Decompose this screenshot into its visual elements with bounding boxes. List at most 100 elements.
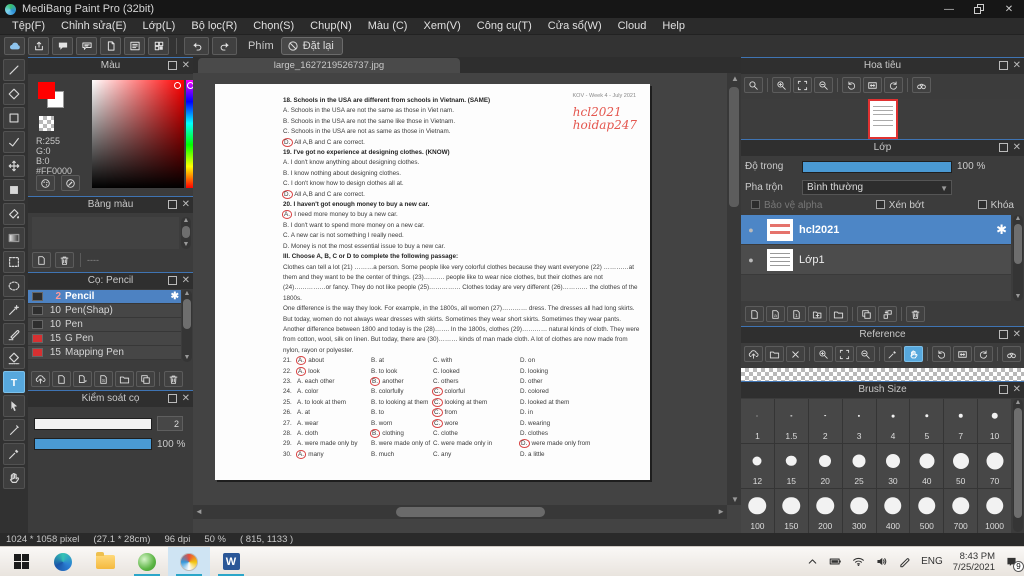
menu-item-3[interactable]: Bộ lọc(R) (183, 18, 245, 34)
brush-size-30[interactable]: 30 (876, 444, 910, 488)
close-icon[interactable]: ✕ (182, 199, 190, 211)
merge-button[interactable] (878, 306, 897, 322)
menu-item-8[interactable]: Công cụ(T) (469, 18, 540, 34)
saturation-value-picker[interactable] (92, 80, 184, 188)
speaker-icon[interactable] (875, 555, 888, 568)
listicon-button[interactable] (124, 37, 145, 55)
menu-item-4[interactable]: Chọn(S) (245, 18, 302, 34)
brush-size-2[interactable]: 2 (808, 399, 842, 443)
share-button[interactable] (28, 37, 49, 55)
select-rect-tool[interactable] (3, 251, 25, 273)
popout-icon[interactable] (167, 394, 177, 403)
trash-button[interactable] (164, 371, 183, 387)
brush-size-20[interactable]: 20 (808, 444, 842, 488)
color-picker-button[interactable] (61, 175, 80, 191)
lock-checkbox[interactable]: Khóa (977, 200, 1014, 211)
start-button[interactable] (0, 547, 42, 576)
minimize-button[interactable]: — (934, 0, 964, 18)
close-icon[interactable]: ✕ (1013, 60, 1021, 72)
brush-size-value[interactable]: 2 (157, 416, 183, 431)
brush-scrollbar[interactable]: ▲ ▼ (182, 290, 192, 362)
canvas-horizontal-scrollbar[interactable]: ◄ ► (193, 505, 727, 519)
notification-center-icon[interactable]: 9 (1005, 555, 1024, 572)
menu-item-11[interactable]: Help (654, 18, 693, 34)
popout-icon[interactable] (167, 200, 177, 209)
canvas-vertical-scrollbar[interactable]: ▲ ▼ (727, 73, 741, 505)
close-icon[interactable]: ✕ (182, 275, 190, 287)
navigator-magnifier-button[interactable] (744, 77, 763, 93)
reference-fitwidth-button[interactable] (953, 346, 973, 362)
brush-size-25[interactable]: 25 (842, 444, 876, 488)
menu-item-10[interactable]: Cloud (610, 18, 655, 34)
close-button[interactable]: ✕ (994, 0, 1024, 18)
blend-mode-select[interactable]: Bình thường ▼ (802, 179, 952, 195)
redo-button[interactable] (212, 37, 237, 55)
brush-size-300[interactable]: 300 (842, 489, 876, 533)
close-icon[interactable]: ✕ (1013, 142, 1021, 154)
divide-tool[interactable] (3, 419, 25, 441)
navigator-zoomin-button[interactable] (772, 77, 791, 93)
brush-size-200[interactable]: 200 (808, 489, 842, 533)
fill-rect-tool[interactable] (3, 179, 25, 201)
brush-size-500[interactable]: 500 (910, 489, 944, 533)
sv-cursor[interactable] (174, 82, 181, 89)
magic-wand-tool[interactable] (3, 299, 25, 321)
reference-binoculars-button[interactable] (1002, 346, 1022, 362)
menu-item-0[interactable]: Tệp(F) (4, 18, 53, 34)
reference-hand-button[interactable] (904, 346, 924, 362)
popout-icon[interactable] (998, 385, 1008, 394)
brush-size-1[interactable]: 1 (741, 399, 774, 443)
popout-icon[interactable] (167, 61, 177, 70)
brush-size-slider[interactable] (34, 417, 152, 430)
menu-item-9[interactable]: Cửa sổ(W) (540, 18, 610, 34)
lasso-select-tool[interactable] (3, 275, 25, 297)
folder-button[interactable] (115, 371, 134, 387)
battery-icon[interactable] (829, 555, 842, 568)
layer-row-1[interactable]: ● Lớp1 (741, 245, 1011, 275)
reference-zoomout-button[interactable] (855, 346, 875, 362)
shape-brush-tool[interactable] (3, 107, 25, 129)
folder-button[interactable] (829, 306, 848, 322)
copy-button[interactable] (857, 306, 876, 322)
brush-size-10[interactable]: 10 (978, 399, 1011, 443)
reference-uploadcloud-button[interactable] (744, 346, 763, 362)
brush-size-scrollbar[interactable]: ▲ (1013, 399, 1023, 532)
folderplus-button[interactable] (808, 306, 827, 322)
navigator-rotatecw-button[interactable] (884, 77, 903, 93)
taskbar-coccoc[interactable] (126, 547, 168, 576)
trash-button[interactable] (55, 252, 74, 268)
reference-rotateccw-button[interactable] (932, 346, 952, 362)
select-eraser-tool[interactable] (3, 347, 25, 369)
foreground-color-swatch[interactable] (38, 82, 55, 99)
brush-size-12[interactable]: 12 (741, 444, 774, 488)
taskbar-file-explorer[interactable] (84, 547, 126, 576)
layer-visibility-toggle[interactable]: ● (741, 225, 761, 235)
eraser-tool[interactable] (3, 83, 25, 105)
bucket-tool[interactable] (3, 203, 25, 225)
popout-icon[interactable] (167, 276, 177, 285)
document-tab[interactable]: large_1627219526737.jpg (198, 58, 460, 73)
clipping-checkbox[interactable]: Xén bớt (875, 200, 924, 211)
close-icon[interactable]: ✕ (182, 60, 190, 72)
doc1-button[interactable]: 1 (787, 306, 806, 322)
brush-item-1[interactable]: 10 Pen(Shap) (28, 304, 181, 318)
reference-zoomin-button[interactable] (813, 346, 833, 362)
color-wheel-button[interactable] (36, 175, 55, 191)
restore-button[interactable] (964, 0, 994, 18)
popout-icon[interactable] (998, 143, 1008, 152)
brush-item-2[interactable]: 10 Pen (28, 318, 181, 332)
taskbar-edge[interactable] (42, 547, 84, 576)
clock[interactable]: 8:43 PM 7/25/2021 (953, 551, 995, 573)
brush-size-15[interactable]: 15 (774, 444, 808, 488)
brush-size-50[interactable]: 50 (944, 444, 978, 488)
brush-size-40[interactable]: 40 (910, 444, 944, 488)
comment-button[interactable] (52, 37, 73, 55)
wifi-icon[interactable] (852, 555, 865, 568)
brush-size-400[interactable]: 400 (876, 489, 910, 533)
eyedropper-tool[interactable] (3, 443, 25, 465)
brush-size-70[interactable]: 70 (978, 444, 1011, 488)
newdoc-button[interactable] (745, 306, 764, 322)
menu-item-6[interactable]: Màu (C) (360, 18, 416, 34)
commentpanel-button[interactable] (76, 37, 97, 55)
operation-tool[interactable] (3, 395, 25, 417)
